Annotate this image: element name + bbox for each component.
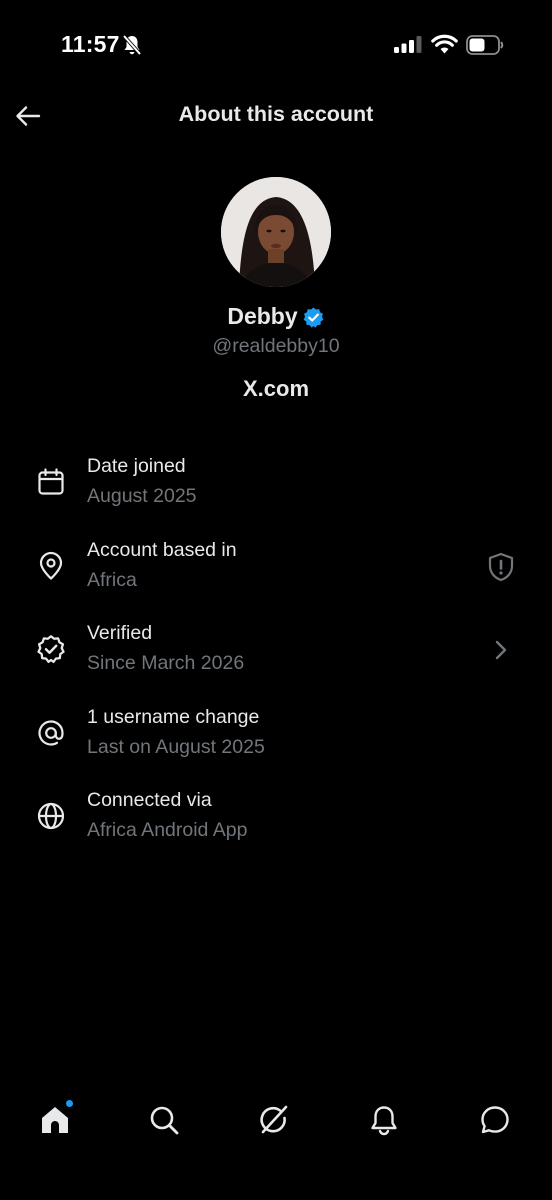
- globe-icon: [35, 800, 67, 832]
- info-title: 1 username change: [87, 705, 260, 728]
- profile-domain: X.com: [242, 376, 310, 401]
- notification-dot: [66, 1100, 73, 1107]
- info-row-connected-via: Connected via Africa Android App: [0, 782, 552, 866]
- verified-badge-outline-icon: [35, 633, 67, 665]
- about-account-screen: 11:57 About this account Debby @realdebb…: [0, 0, 552, 1200]
- calendar-icon: [35, 466, 67, 498]
- nav-messages[interactable]: [473, 1098, 517, 1142]
- wifi-icon: [431, 34, 458, 54]
- grok-icon: [260, 1105, 288, 1134]
- chevron-right-icon[interactable]: [486, 635, 516, 665]
- home-icon: [42, 1107, 68, 1133]
- bell-slash-icon: [122, 34, 142, 56]
- page-title: About this account: [178, 102, 374, 126]
- signal-icon: [394, 36, 422, 53]
- avatar-photo: [221, 177, 331, 287]
- search-icon: [150, 1106, 179, 1135]
- profile-name-row: Debby: [0, 303, 552, 330]
- info-title: Verified: [87, 622, 153, 644]
- verified-badge-icon: [303, 307, 324, 328]
- info-subtitle: Last on August 2025: [87, 735, 265, 758]
- profile-handle[interactable]: @realdebby10: [0, 335, 552, 358]
- battery-icon: [466, 35, 504, 55]
- bottom-nav: [0, 1090, 552, 1150]
- info-title: Account based in: [87, 538, 237, 561]
- info-row-account-based-in: Account based in Africa: [0, 532, 552, 616]
- info-subtitle: Africa: [87, 568, 137, 591]
- info-title: Date joined: [87, 455, 186, 477]
- info-subtitle: Since March 2026: [87, 652, 245, 674]
- info-row-verified[interactable]: Verified Since March 2026: [0, 615, 552, 699]
- nav-home[interactable]: [33, 1098, 77, 1142]
- nav-grok[interactable]: [252, 1098, 296, 1142]
- info-subtitle: August 2025: [87, 485, 197, 507]
- status-bar: 11:57: [0, 0, 552, 90]
- nav-search[interactable]: [142, 1098, 186, 1142]
- shield-icon[interactable]: [486, 552, 516, 582]
- at-sign-icon: [35, 717, 67, 749]
- info-subtitle: Africa Android App: [87, 819, 248, 841]
- status-time: 11:57: [61, 31, 120, 57]
- header: About this account: [0, 90, 552, 142]
- messages-icon: [481, 1106, 509, 1134]
- nav-notifications[interactable]: [362, 1098, 406, 1142]
- info-title: Connected via: [87, 789, 212, 811]
- info-row-username-changes: 1 username change Last on August 2025: [0, 699, 552, 783]
- notifications-icon: [371, 1106, 397, 1136]
- location-pin-icon: [35, 550, 67, 582]
- info-row-date-joined: Date joined August 2025: [0, 448, 552, 532]
- avatar[interactable]: [221, 177, 331, 287]
- info-list: Date joined August 2025 Account based in…: [0, 448, 552, 866]
- profile-name: Debby: [227, 303, 298, 329]
